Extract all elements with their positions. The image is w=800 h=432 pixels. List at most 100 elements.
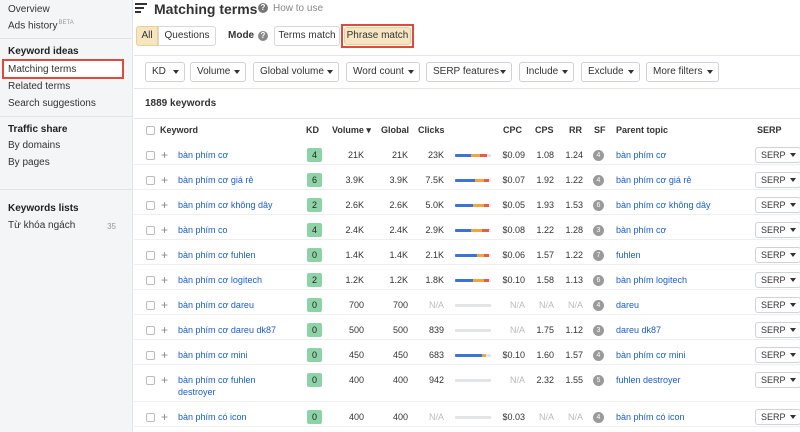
- column-header-cpc[interactable]: CPC: [503, 125, 522, 135]
- serp-dropdown[interactable]: SERP: [755, 247, 800, 263]
- add-to-list-icon[interactable]: +: [161, 299, 168, 311]
- column-header-serp[interactable]: SERP: [757, 125, 782, 135]
- column-header-kd[interactable]: KD: [306, 125, 319, 135]
- serp-dropdown[interactable]: SERP: [755, 372, 800, 388]
- more-filters-dropdown[interactable]: More filters: [646, 62, 719, 82]
- parent-topic-link[interactable]: bàn phím cơ không dây: [616, 200, 710, 210]
- serp-dropdown[interactable]: SERP: [755, 172, 800, 188]
- help-icon[interactable]: ?: [258, 31, 268, 41]
- global-volume-filter-dropdown[interactable]: Global volume: [253, 62, 339, 82]
- row-checkbox[interactable]: [146, 201, 155, 210]
- serp-dropdown[interactable]: SERP: [755, 222, 800, 238]
- table-row[interactable]: [134, 215, 800, 240]
- add-to-list-icon[interactable]: +: [161, 174, 168, 186]
- volume-filter-dropdown[interactable]: Volume: [190, 62, 246, 82]
- parent-topic-link[interactable]: fuhlen destroyer: [616, 375, 681, 385]
- add-to-list-icon[interactable]: +: [161, 274, 168, 286]
- serp-dropdown[interactable]: SERP: [755, 272, 800, 288]
- parent-topic-link[interactable]: bàn phím logitech: [616, 275, 687, 285]
- row-checkbox[interactable]: [146, 276, 155, 285]
- sidebar-item-overview[interactable]: Overview: [8, 4, 50, 15]
- word-count-filter-dropdown[interactable]: Word count: [346, 62, 420, 82]
- parent-topic-link[interactable]: fuhlen: [616, 250, 641, 260]
- keyword-link[interactable]: bàn phím cơ mini: [178, 350, 247, 360]
- add-to-list-icon[interactable]: +: [161, 349, 168, 361]
- sidebar-item-by-domains[interactable]: By domains: [8, 140, 60, 151]
- parent-topic-link[interactable]: bàn phím cơ mini: [616, 350, 685, 360]
- serp-dropdown[interactable]: SERP: [755, 147, 800, 163]
- keyword-link[interactable]: bàn phím cơ fuhlen: [178, 250, 255, 260]
- kd-filter-dropdown[interactable]: KD: [145, 62, 185, 82]
- keyword-link[interactable]: bàn phím cơ dareu: [178, 300, 254, 310]
- add-to-list-icon[interactable]: +: [161, 149, 168, 161]
- serp-features-badge[interactable]: 4: [593, 350, 604, 361]
- parent-topic-link[interactable]: dareu dk87: [616, 325, 661, 335]
- column-header-keyword[interactable]: Keyword: [160, 125, 198, 135]
- serp-dropdown[interactable]: SERP: [755, 347, 800, 363]
- keyword-link[interactable]: bàn phím cơ: [178, 150, 228, 160]
- add-to-list-icon[interactable]: +: [161, 199, 168, 211]
- sidebar-item-by-pages[interactable]: By pages: [8, 157, 50, 168]
- serp-features-badge[interactable]: 4: [593, 150, 604, 161]
- phrase-match-button[interactable]: Phrase match: [344, 27, 411, 45]
- parent-topic-link[interactable]: bàn phím có icon: [616, 412, 685, 422]
- help-icon[interactable]: ?: [258, 3, 268, 13]
- keyword-link[interactable]: bàn phím cơ fuhlen: [178, 375, 255, 385]
- column-header-clicks[interactable]: Clicks: [418, 125, 445, 135]
- exclude-filter-dropdown[interactable]: Exclude: [581, 62, 640, 82]
- include-filter-dropdown[interactable]: Include: [519, 62, 574, 82]
- sidebar-item-search-suggestions[interactable]: Search suggestions: [8, 98, 96, 109]
- row-checkbox[interactable]: [146, 376, 155, 385]
- column-header-global[interactable]: Global: [381, 125, 409, 135]
- keyword-link-continued[interactable]: destroyer: [178, 387, 216, 397]
- add-to-list-icon[interactable]: +: [161, 411, 168, 423]
- select-all-checkbox[interactable]: [146, 126, 155, 135]
- add-to-list-icon[interactable]: +: [161, 324, 168, 336]
- keyword-link[interactable]: bàn phím co: [178, 225, 228, 235]
- row-checkbox[interactable]: [146, 176, 155, 185]
- serp-features-badge[interactable]: 6: [593, 200, 604, 211]
- column-header-cps[interactable]: CPS: [535, 125, 554, 135]
- parent-topic-link[interactable]: bàn phím cơ: [616, 150, 666, 160]
- add-to-list-icon[interactable]: +: [161, 224, 168, 236]
- row-checkbox[interactable]: [146, 301, 155, 310]
- serp-features-badge[interactable]: 5: [593, 375, 604, 386]
- tab-all[interactable]: All: [136, 26, 158, 46]
- keyword-link[interactable]: bàn phím cơ không dây: [178, 200, 272, 210]
- keyword-link[interactable]: bàn phím cơ logitech: [178, 275, 262, 285]
- serp-dropdown[interactable]: SERP: [755, 197, 800, 213]
- add-to-list-icon[interactable]: +: [161, 374, 168, 386]
- row-checkbox[interactable]: [146, 226, 155, 235]
- sidebar-item-matching-terms[interactable]: Matching terms: [8, 64, 76, 75]
- column-header-volume[interactable]: Volume ▾: [332, 125, 371, 136]
- row-checkbox[interactable]: [146, 326, 155, 335]
- parent-topic-link[interactable]: dareu: [616, 300, 639, 310]
- terms-match-button[interactable]: Terms match: [274, 26, 340, 46]
- keyword-link[interactable]: bàn phím có icon: [178, 412, 247, 422]
- sidebar-item-related-terms[interactable]: Related terms: [8, 81, 70, 92]
- serp-dropdown[interactable]: SERP: [755, 322, 800, 338]
- table-row[interactable]: [134, 140, 800, 165]
- column-header-sf[interactable]: SF: [594, 125, 606, 135]
- row-checkbox[interactable]: [146, 151, 155, 160]
- row-checkbox[interactable]: [146, 251, 155, 260]
- how-to-use-link[interactable]: How to use: [273, 3, 323, 14]
- menu-icon[interactable]: [135, 3, 147, 13]
- sidebar-item-keyword-list[interactable]: Từ khóa ngách: [8, 220, 75, 231]
- keyword-link[interactable]: bàn phím cơ dareu dk87: [178, 325, 276, 335]
- serp-features-filter-dropdown[interactable]: SERP features: [426, 62, 512, 82]
- sidebar-item-ads-history[interactable]: Ads historyBETA: [8, 20, 74, 31]
- tab-questions[interactable]: Questions: [158, 26, 216, 46]
- serp-features-badge[interactable]: 4: [593, 412, 604, 423]
- row-checkbox[interactable]: [146, 351, 155, 360]
- keyword-link[interactable]: bàn phím cơ giá rẻ: [178, 175, 253, 185]
- row-checkbox[interactable]: [146, 413, 155, 422]
- serp-features-badge[interactable]: 6: [593, 275, 604, 286]
- add-to-list-icon[interactable]: +: [161, 249, 168, 261]
- serp-features-badge[interactable]: 3: [593, 325, 604, 336]
- serp-dropdown[interactable]: SERP: [755, 297, 800, 313]
- parent-topic-link[interactable]: bàn phím cơ giá rẻ: [616, 175, 691, 185]
- serp-features-badge[interactable]: 3: [593, 225, 604, 236]
- serp-features-badge[interactable]: 7: [593, 250, 604, 261]
- serp-features-badge[interactable]: 4: [593, 175, 604, 186]
